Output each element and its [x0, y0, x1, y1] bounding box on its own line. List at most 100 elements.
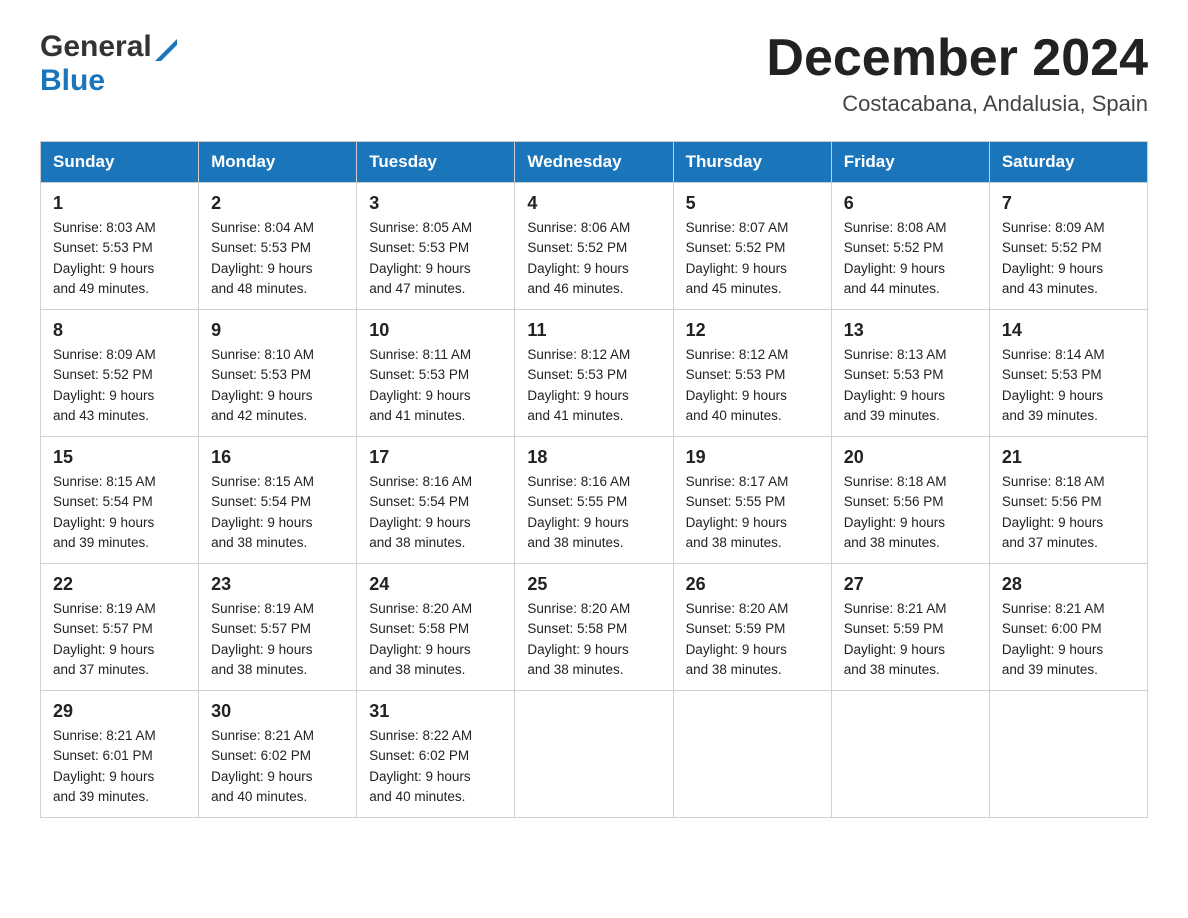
day-info: Sunrise: 8:05 AMSunset: 5:53 PMDaylight:…	[369, 218, 502, 299]
day-info: Sunrise: 8:21 AMSunset: 5:59 PMDaylight:…	[844, 599, 977, 680]
day-info: Sunrise: 8:21 AMSunset: 6:01 PMDaylight:…	[53, 726, 186, 807]
day-number: 25	[527, 574, 660, 595]
day-number: 7	[1002, 193, 1135, 214]
calendar-cell: 3 Sunrise: 8:05 AMSunset: 5:53 PMDaylight…	[357, 183, 515, 310]
day-info: Sunrise: 8:20 AMSunset: 5:58 PMDaylight:…	[527, 599, 660, 680]
calendar-cell: 31Sunrise: 8:22 AMSunset: 6:02 PMDayligh…	[357, 691, 515, 818]
column-header-thursday: Thursday	[673, 142, 831, 183]
day-number: 18	[527, 447, 660, 468]
calendar-cell: 10 Sunrise: 8:11 AMSunset: 5:53 PMDayligh…	[357, 310, 515, 437]
day-info: Sunrise: 8:09 AMSunset: 5:52 PMDaylight:…	[53, 345, 186, 426]
day-number: 14	[1002, 320, 1135, 341]
calendar-cell: 29 Sunrise: 8:21 AMSunset: 6:01 PMDayligh…	[41, 691, 199, 818]
title-area: December 2024 Costacabana, Andalusia, Sp…	[766, 30, 1148, 117]
column-header-wednesday: Wednesday	[515, 142, 673, 183]
logo: General Blue	[40, 30, 177, 98]
week-row-2: 8 Sunrise: 8:09 AMSunset: 5:52 PMDaylight…	[41, 310, 1148, 437]
day-info: Sunrise: 8:15 AMSunset: 5:54 PMDaylight:…	[53, 472, 186, 553]
calendar-cell	[989, 691, 1147, 818]
day-number: 30	[211, 701, 344, 722]
day-info: Sunrise: 8:17 AMSunset: 5:55 PMDaylight:…	[686, 472, 819, 553]
week-row-5: 29 Sunrise: 8:21 AMSunset: 6:01 PMDayligh…	[41, 691, 1148, 818]
day-info: Sunrise: 8:18 AMSunset: 5:56 PMDaylight:…	[844, 472, 977, 553]
calendar-cell: 22 Sunrise: 8:19 AMSunset: 5:57 PMDayligh…	[41, 564, 199, 691]
day-number: 12	[686, 320, 819, 341]
day-number: 15	[53, 447, 186, 468]
day-number: 9	[211, 320, 344, 341]
day-number: 24	[369, 574, 502, 595]
calendar-cell	[673, 691, 831, 818]
day-number: 8	[53, 320, 186, 341]
week-row-3: 15 Sunrise: 8:15 AMSunset: 5:54 PMDayligh…	[41, 437, 1148, 564]
day-info: Sunrise: 8:10 AMSunset: 5:53 PMDaylight:…	[211, 345, 344, 426]
day-info: Sunrise: 8:21 AMSunset: 6:00 PMDaylight:…	[1002, 599, 1135, 680]
logo-general-text: General	[40, 30, 152, 64]
day-info: Sunrise: 8:21 AMSunset: 6:02 PMDaylight:…	[211, 726, 344, 807]
calendar-cell: 26Sunrise: 8:20 AMSunset: 5:59 PMDayligh…	[673, 564, 831, 691]
calendar-cell: 25 Sunrise: 8:20 AMSunset: 5:58 PMDayligh…	[515, 564, 673, 691]
calendar-header-row: SundayMondayTuesdayWednesdayThursdayFrid…	[41, 142, 1148, 183]
day-number: 23	[211, 574, 344, 595]
calendar-cell: 7 Sunrise: 8:09 AMSunset: 5:52 PMDaylight…	[989, 183, 1147, 310]
calendar-cell: 15 Sunrise: 8:15 AMSunset: 5:54 PMDayligh…	[41, 437, 199, 564]
page-header: General Blue December 2024 Costacabana, …	[40, 30, 1148, 117]
day-info: Sunrise: 8:18 AMSunset: 5:56 PMDaylight:…	[1002, 472, 1135, 553]
day-number: 21	[1002, 447, 1135, 468]
logo-blue-text: Blue	[40, 64, 105, 97]
calendar-cell: 8 Sunrise: 8:09 AMSunset: 5:52 PMDaylight…	[41, 310, 199, 437]
calendar-cell: 1 Sunrise: 8:03 AMSunset: 5:53 PMDaylight…	[41, 183, 199, 310]
day-info: Sunrise: 8:12 AMSunset: 5:53 PMDaylight:…	[686, 345, 819, 426]
day-info: Sunrise: 8:16 AMSunset: 5:54 PMDaylight:…	[369, 472, 502, 553]
calendar-cell: 16Sunrise: 8:15 AMSunset: 5:54 PMDayligh…	[199, 437, 357, 564]
day-info: Sunrise: 8:19 AMSunset: 5:57 PMDaylight:…	[53, 599, 186, 680]
day-number: 6	[844, 193, 977, 214]
calendar-cell: 21 Sunrise: 8:18 AMSunset: 5:56 PMDayligh…	[989, 437, 1147, 564]
day-number: 3	[369, 193, 502, 214]
calendar-cell: 6 Sunrise: 8:08 AMSunset: 5:52 PMDaylight…	[831, 183, 989, 310]
day-info: Sunrise: 8:22 AMSunset: 6:02 PMDaylight:…	[369, 726, 502, 807]
calendar-cell: 23 Sunrise: 8:19 AMSunset: 5:57 PMDayligh…	[199, 564, 357, 691]
day-info: Sunrise: 8:19 AMSunset: 5:57 PMDaylight:…	[211, 599, 344, 680]
day-number: 13	[844, 320, 977, 341]
day-number: 10	[369, 320, 502, 341]
day-number: 5	[686, 193, 819, 214]
location-subtitle: Costacabana, Andalusia, Spain	[766, 91, 1148, 117]
day-info: Sunrise: 8:08 AMSunset: 5:52 PMDaylight:…	[844, 218, 977, 299]
column-header-tuesday: Tuesday	[357, 142, 515, 183]
day-info: Sunrise: 8:09 AMSunset: 5:52 PMDaylight:…	[1002, 218, 1135, 299]
day-number: 4	[527, 193, 660, 214]
column-header-monday: Monday	[199, 142, 357, 183]
day-info: Sunrise: 8:14 AMSunset: 5:53 PMDaylight:…	[1002, 345, 1135, 426]
day-number: 28	[1002, 574, 1135, 595]
day-number: 19	[686, 447, 819, 468]
day-info: Sunrise: 8:12 AMSunset: 5:53 PMDaylight:…	[527, 345, 660, 426]
calendar-cell: 19 Sunrise: 8:17 AMSunset: 5:55 PMDayligh…	[673, 437, 831, 564]
day-info: Sunrise: 8:11 AMSunset: 5:53 PMDaylight:…	[369, 345, 502, 426]
day-number: 26	[686, 574, 819, 595]
calendar-cell: 30 Sunrise: 8:21 AMSunset: 6:02 PMDayligh…	[199, 691, 357, 818]
day-number: 2	[211, 193, 344, 214]
calendar-cell: 24 Sunrise: 8:20 AMSunset: 5:58 PMDayligh…	[357, 564, 515, 691]
day-number: 27	[844, 574, 977, 595]
column-header-saturday: Saturday	[989, 142, 1147, 183]
day-info: Sunrise: 8:20 AMSunset: 5:58 PMDaylight:…	[369, 599, 502, 680]
day-number: 1	[53, 193, 186, 214]
day-info: Sunrise: 8:06 AMSunset: 5:52 PMDaylight:…	[527, 218, 660, 299]
calendar-cell: 17Sunrise: 8:16 AMSunset: 5:54 PMDayligh…	[357, 437, 515, 564]
calendar-cell: 14 Sunrise: 8:14 AMSunset: 5:53 PMDayligh…	[989, 310, 1147, 437]
column-header-sunday: Sunday	[41, 142, 199, 183]
column-header-friday: Friday	[831, 142, 989, 183]
day-number: 16	[211, 447, 344, 468]
calendar-table: SundayMondayTuesdayWednesdayThursdayFrid…	[40, 141, 1148, 818]
day-number: 20	[844, 447, 977, 468]
month-title: December 2024	[766, 30, 1148, 87]
calendar-cell: 4 Sunrise: 8:06 AMSunset: 5:52 PMDaylight…	[515, 183, 673, 310]
calendar-cell	[515, 691, 673, 818]
calendar-cell: 9 Sunrise: 8:10 AMSunset: 5:53 PMDaylight…	[199, 310, 357, 437]
day-number: 22	[53, 574, 186, 595]
day-number: 29	[53, 701, 186, 722]
calendar-cell: 27 Sunrise: 8:21 AMSunset: 5:59 PMDayligh…	[831, 564, 989, 691]
calendar-cell: 11Sunrise: 8:12 AMSunset: 5:53 PMDayligh…	[515, 310, 673, 437]
day-info: Sunrise: 8:03 AMSunset: 5:53 PMDaylight:…	[53, 218, 186, 299]
day-info: Sunrise: 8:16 AMSunset: 5:55 PMDaylight:…	[527, 472, 660, 553]
